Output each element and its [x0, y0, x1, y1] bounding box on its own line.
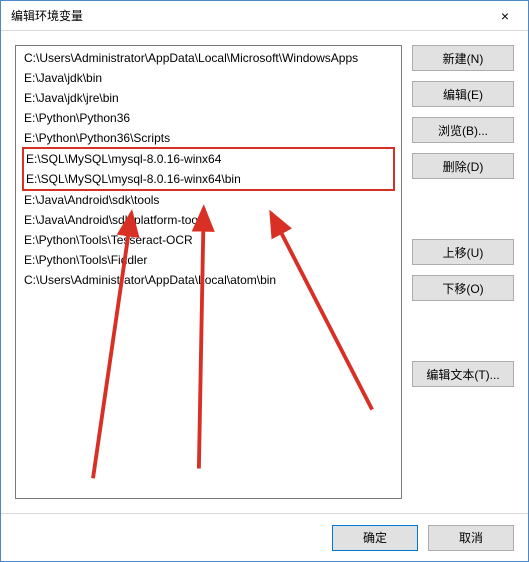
highlight-annotation: E:\SQL\MySQL\mysql-8.0.16-winx64 E:\SQL\… — [22, 147, 395, 191]
move-down-button[interactable]: 下移(O) — [412, 275, 514, 301]
list-item[interactable]: E:\Python\Python36\Scripts — [16, 128, 401, 148]
list-item[interactable]: E:\SQL\MySQL\mysql-8.0.16-winx64 — [24, 149, 393, 169]
list-item[interactable]: E:\Java\Android\sdk\tools — [16, 190, 401, 210]
edit-text-button[interactable]: 编辑文本(T)... — [412, 361, 514, 387]
browse-button[interactable]: 浏览(B)... — [412, 117, 514, 143]
list-item[interactable]: C:\Users\Administrator\AppData\Local\Mic… — [16, 48, 401, 68]
list-item[interactable]: E:\Python\Python36 — [16, 108, 401, 128]
close-button[interactable]: × — [482, 1, 528, 31]
list-item[interactable]: C:\Users\Administrator\AppData\Local\ato… — [16, 270, 401, 290]
list-item[interactable]: E:\Python\Tools\Tesseract-OCR — [16, 230, 401, 250]
dialog-client-area: C:\Users\Administrator\AppData\Local\Mic… — [1, 31, 528, 513]
delete-button[interactable]: 删除(D) — [412, 153, 514, 179]
spacer — [412, 189, 514, 229]
move-up-button[interactable]: 上移(U) — [412, 239, 514, 265]
edit-button[interactable]: 编辑(E) — [412, 81, 514, 107]
path-listbox[interactable]: C:\Users\Administrator\AppData\Local\Mic… — [15, 45, 402, 499]
spacer — [412, 311, 514, 351]
path-list-items: C:\Users\Administrator\AppData\Local\Mic… — [16, 46, 401, 292]
side-button-column: 新建(N) 编辑(E) 浏览(B)... 删除(D) 上移(U) 下移(O) 编… — [412, 45, 514, 499]
close-icon: × — [501, 8, 509, 24]
dialog-footer: 确定 取消 — [1, 513, 528, 561]
list-item[interactable]: E:\Java\Android\sdk\platform-tools — [16, 210, 401, 230]
title-bar: 编辑环境变量 × — [1, 1, 528, 31]
ok-button[interactable]: 确定 — [332, 525, 418, 551]
new-button[interactable]: 新建(N) — [412, 45, 514, 71]
list-item[interactable]: E:\Java\jdk\bin — [16, 68, 401, 88]
list-item[interactable]: E:\Java\jdk\jre\bin — [16, 88, 401, 108]
window-title: 编辑环境变量 — [11, 7, 83, 24]
list-item[interactable]: E:\SQL\MySQL\mysql-8.0.16-winx64\bin — [24, 169, 393, 189]
cancel-button[interactable]: 取消 — [428, 525, 514, 551]
list-item[interactable]: E:\Python\Tools\Fiddler — [16, 250, 401, 270]
